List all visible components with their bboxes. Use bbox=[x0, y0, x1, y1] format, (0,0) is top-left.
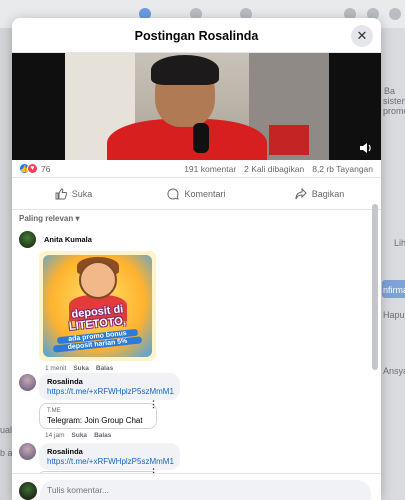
avatar[interactable] bbox=[19, 443, 36, 460]
like-label: Suka bbox=[71, 188, 93, 199]
share-count[interactable]: 2 Kali dibagikan bbox=[244, 164, 304, 174]
dialog-title: Postingan Rosalinda bbox=[134, 29, 259, 43]
video-microphone bbox=[193, 123, 209, 153]
comment-input[interactable] bbox=[47, 485, 297, 495]
comment-filter-dropdown[interactable]: Paling relevan ▾ bbox=[19, 214, 80, 223]
avatar[interactable] bbox=[19, 374, 36, 391]
comment-count[interactable]: 191 komentar bbox=[184, 164, 236, 174]
video-red-object bbox=[269, 125, 309, 155]
bg-snippet: Ba bbox=[384, 86, 396, 96]
comment-bubble: Rosalinda https://t.me/+xRFWHplzP5szMmM1 bbox=[39, 373, 180, 400]
notifications-icon bbox=[389, 8, 401, 20]
reaction-count[interactable]: 76 bbox=[41, 164, 50, 174]
volume-icon[interactable] bbox=[359, 142, 373, 154]
share-icon bbox=[295, 187, 307, 199]
bg-snippet: nfirma bbox=[383, 285, 405, 295]
like-button[interactable]: Suka bbox=[12, 178, 135, 209]
dialog-header: Postingan Rosalinda ✕ bbox=[12, 18, 381, 53]
link-domain: T.ME bbox=[47, 408, 61, 414]
link-title: Telegram: Join Group Chat bbox=[47, 416, 143, 425]
filter-label: Paling relevan bbox=[19, 214, 74, 223]
comment-bubble: Rosalinda https://t.me/+xRFWHplzP5szMmM1 bbox=[39, 443, 180, 470]
bg-snippet: ual bbox=[0, 425, 13, 435]
comment-icon bbox=[167, 187, 180, 200]
comment-link[interactable]: https://t.me/+xRFWHplzP5szMmM1 bbox=[47, 457, 174, 466]
post-actions: Suka Komentari Bagikan bbox=[12, 178, 381, 210]
link-preview-card[interactable]: T.ME Telegram: Join Group Chat bbox=[39, 403, 157, 429]
close-icon: ✕ bbox=[356, 28, 368, 43]
sticker-text: deposit di LITETOTO, ada promo bonus dep… bbox=[47, 303, 148, 355]
comment-author[interactable]: Rosalinda bbox=[47, 447, 172, 456]
video-player[interactable] bbox=[12, 53, 381, 160]
bg-snippet: sistem bbox=[383, 96, 405, 106]
comment-time[interactable]: 1 menit bbox=[45, 365, 66, 372]
comments-scrollbar[interactable] bbox=[372, 204, 378, 370]
comment-author[interactable]: Rosalinda bbox=[47, 377, 172, 386]
comment-time[interactable]: 14 jam bbox=[45, 432, 65, 439]
avatar[interactable] bbox=[19, 231, 36, 248]
video-frame bbox=[65, 53, 329, 160]
comment-author[interactable]: Anita Kumala bbox=[44, 235, 92, 244]
bg-snippet: Ansyah bbox=[383, 366, 405, 376]
reaction-icons[interactable]: 👍 ♥ bbox=[19, 163, 38, 174]
love-reaction-icon: ♥ bbox=[27, 163, 38, 174]
comment-reply-button[interactable]: Balas bbox=[94, 432, 111, 439]
bg-snippet: Lih bbox=[394, 238, 405, 248]
comments-list[interactable]: Paling relevan ▾ Anita Kumala deposit di… bbox=[12, 210, 381, 473]
video-person-hair bbox=[151, 55, 219, 85]
bg-snippet: Hapus bbox=[383, 310, 405, 320]
bg-snippet: promo bbox=[383, 106, 405, 116]
post-dialog: Postingan Rosalinda ✕ 👍 ♥ 76 191 komenta… bbox=[12, 18, 381, 500]
share-button[interactable]: Bagikan bbox=[258, 178, 381, 209]
share-label: Bagikan bbox=[311, 188, 345, 199]
comment-reply-button[interactable]: Balas bbox=[96, 365, 113, 372]
close-button[interactable]: ✕ bbox=[351, 25, 373, 47]
view-count: 8,2 rb Tayangan bbox=[312, 164, 373, 174]
post-stats: 👍 ♥ 76 191 komentar 2 Kali dibagikan 8,2… bbox=[12, 160, 381, 178]
comment-sticker[interactable]: deposit di LITETOTO, ada promo bonus dep… bbox=[39, 251, 156, 361]
comment-label: Komentari bbox=[184, 188, 226, 199]
comment-input-box[interactable]: ☺ ☻ ◙ ▣ ◪ ➤ bbox=[40, 480, 371, 500]
chevron-down-icon: ▾ bbox=[75, 214, 80, 223]
comment-meta: 1 menit Suka Balas bbox=[45, 365, 113, 372]
comment-link[interactable]: https://t.me/+xRFWHplzP5szMmM1 bbox=[47, 387, 174, 396]
comment-meta: 14 jam Suka Balas bbox=[45, 432, 111, 439]
thumbs-up-icon bbox=[55, 187, 67, 199]
comment-button[interactable]: Komentari bbox=[135, 178, 258, 209]
comment-composer: ☺ ☻ ◙ ▣ ◪ ➤ bbox=[12, 473, 381, 500]
comment-like-button[interactable]: Suka bbox=[72, 432, 88, 439]
sticker-character-face bbox=[79, 261, 117, 299]
user-avatar[interactable] bbox=[19, 482, 37, 500]
comment-like-button[interactable]: Suka bbox=[73, 365, 89, 372]
more-options-icon[interactable]: ⋮ bbox=[149, 399, 158, 410]
